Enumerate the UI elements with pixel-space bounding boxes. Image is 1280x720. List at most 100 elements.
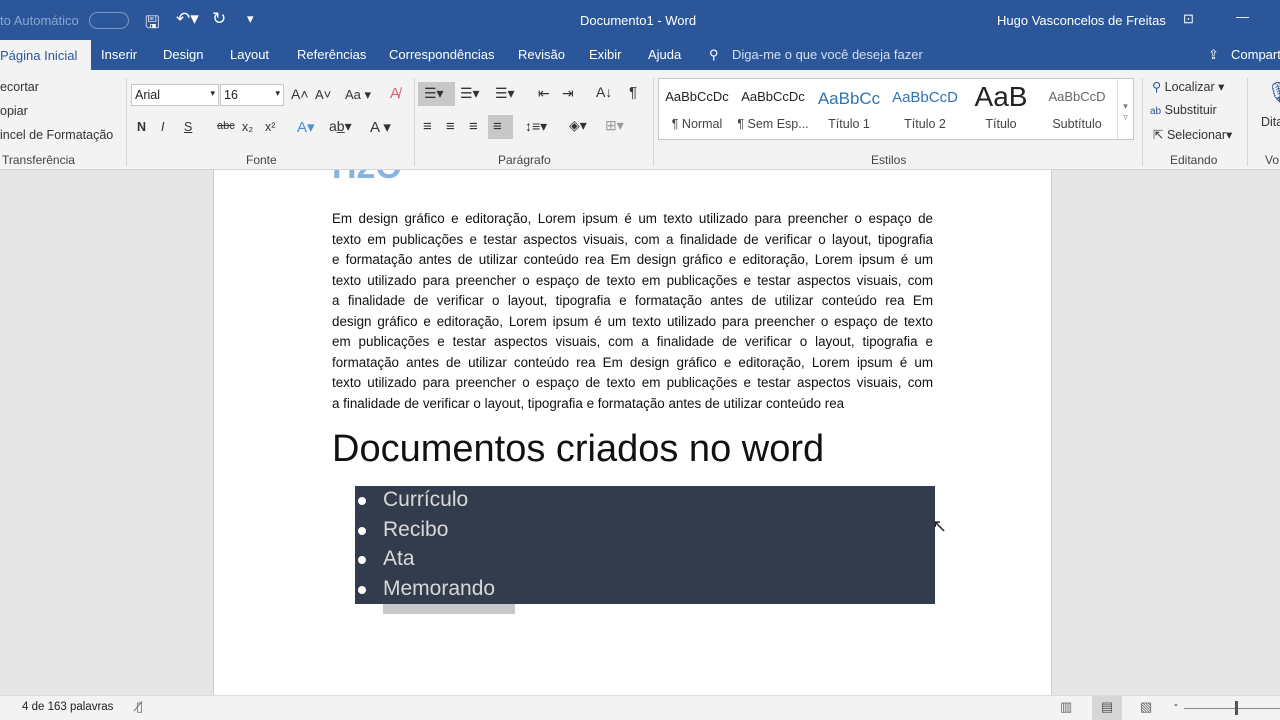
- list-item[interactable]: Ata: [383, 547, 415, 571]
- copy-button[interactable]: opiar: [0, 104, 28, 118]
- replace-icon: ab: [1150, 106, 1162, 117]
- ribbon: ecortar opiar incel de Formatação Transf…: [0, 70, 1280, 170]
- italic-button[interactable]: I: [161, 120, 164, 134]
- paragraph-group-label: Parágrafo: [498, 153, 551, 167]
- document-heading[interactable]: Documentos criados no word: [332, 428, 824, 471]
- tab-layout[interactable]: Layout: [230, 47, 269, 62]
- multilevel-list-icon[interactable]: ☰▾: [495, 85, 515, 102]
- style-name: Subtítulo: [1052, 117, 1102, 131]
- tab-correspondencias[interactable]: Correspondências: [389, 47, 495, 62]
- tab-referencias[interactable]: Referências: [297, 47, 366, 62]
- clear-formatting-icon[interactable]: A̸: [390, 85, 400, 102]
- align-right-icon[interactable]: ≡: [469, 118, 478, 135]
- web-layout-icon[interactable]: ▧: [1140, 699, 1152, 715]
- superscript-icon[interactable]: x²: [265, 120, 275, 134]
- user-name[interactable]: Hugo Vasconcelos de Freitas: [997, 13, 1166, 28]
- style-titulo[interactable]: AaB Título: [963, 81, 1039, 131]
- style-subtitulo[interactable]: AaBbCcD Subtítulo: [1039, 89, 1115, 131]
- grow-font-icon[interactable]: A˄: [291, 86, 309, 102]
- tab-design[interactable]: Design: [163, 47, 203, 62]
- style-titulo-2[interactable]: AaBbCcD Título 2: [887, 89, 963, 131]
- tab-exibir[interactable]: Exibir: [589, 47, 622, 62]
- decrease-indent-icon[interactable]: ⇤: [538, 85, 550, 102]
- tab-ajuda[interactable]: Ajuda: [648, 47, 681, 62]
- font-color-icon[interactable]: A ▾: [370, 118, 391, 136]
- style-preview: AaBbCcD: [1048, 89, 1106, 104]
- font-name-select[interactable]: Arial ▾: [131, 84, 219, 106]
- change-case-label: Aa: [345, 87, 361, 102]
- selection-highlight: [383, 604, 515, 614]
- strikethrough-icon[interactable]: abc: [217, 120, 235, 132]
- select-label: Selecionar: [1166, 128, 1227, 142]
- style-preview: AaBbCcD: [892, 89, 958, 106]
- text-effects-icon[interactable]: A▾: [297, 118, 315, 136]
- mouse-cursor-icon: ↖: [932, 516, 948, 536]
- dictate-button[interactable]: Dita: [1261, 115, 1280, 129]
- style-name: ¶ Sem Esp...: [737, 117, 809, 131]
- show-marks-icon[interactable]: ¶: [629, 84, 637, 101]
- divider: [1247, 78, 1248, 166]
- bold-button[interactable]: N: [137, 120, 146, 134]
- line-spacing-icon[interactable]: ↕≡▾: [525, 118, 547, 135]
- bullet-icon: [358, 527, 366, 535]
- zoom-slider-handle[interactable]: [1235, 701, 1238, 715]
- style-titulo-1[interactable]: AaBbCc Título 1: [811, 89, 887, 131]
- zoom-slider[interactable]: [1184, 708, 1280, 709]
- undo-icon[interactable]: ↶▾: [176, 9, 199, 29]
- redo-icon[interactable]: ↻: [212, 9, 226, 29]
- editing-group-label: Editando: [1170, 153, 1218, 167]
- paragraph-line: design gráfico e editoração, Lorem ipsum…: [332, 313, 933, 329]
- shading-icon[interactable]: ◈▾: [569, 117, 587, 134]
- read-mode-icon[interactable]: ▥: [1060, 699, 1072, 715]
- font-name-value: Arial: [135, 88, 161, 102]
- cut-button[interactable]: ecortar: [0, 80, 39, 94]
- style-preview: AaBbCc: [817, 89, 881, 108]
- minimize-icon[interactable]: —: [1236, 9, 1249, 24]
- body-paragraph[interactable]: Em design gráfico e editoração, Lorem ip…: [332, 209, 933, 414]
- replace-label: Substituir: [1164, 103, 1217, 117]
- style-sem-espacamento[interactable]: AaBbCcDc ¶ Sem Esp...: [735, 89, 811, 131]
- font-size-select[interactable]: 16 ▾: [220, 84, 284, 106]
- justify-icon[interactable]: ≡: [488, 115, 513, 139]
- save-icon[interactable]: 🖫: [145, 10, 159, 39]
- replace-button[interactable]: ab Substituir: [1150, 103, 1217, 117]
- find-label: Localizar: [1164, 80, 1215, 94]
- autosave-label: to Automático: [0, 13, 79, 28]
- highlight-icon[interactable]: ab̲▾: [329, 118, 352, 135]
- select-button[interactable]: ⇱ Selecionar▾: [1153, 127, 1232, 142]
- list-item[interactable]: Recibo: [383, 518, 448, 542]
- list-item[interactable]: Memorando: [383, 577, 495, 601]
- style-preview: AaBbCcDc: [741, 89, 805, 104]
- find-button[interactable]: ⚲ Localizar ▾: [1152, 79, 1224, 94]
- list-item[interactable]: Currículo: [383, 488, 468, 512]
- style-name: Título 2: [904, 117, 946, 131]
- word-count[interactable]: 4 de 163 palavras: [22, 701, 113, 713]
- zoom-out-icon[interactable]: -: [1174, 699, 1178, 711]
- shrink-font-icon[interactable]: A˅: [315, 87, 331, 102]
- format-painter-button[interactable]: incel de Formatação: [0, 128, 113, 142]
- underline-button[interactable]: S: [184, 120, 192, 134]
- numbering-icon[interactable]: ☰▾: [460, 85, 480, 102]
- borders-icon[interactable]: ⊞▾: [605, 117, 624, 134]
- tab-inserir[interactable]: Inserir: [101, 47, 137, 62]
- increase-indent-icon[interactable]: ⇥: [562, 85, 574, 102]
- change-case-button[interactable]: Aa ▾: [345, 87, 371, 103]
- share-icon: ⇪: [1208, 47, 1219, 62]
- proofing-icon[interactable]: ▯̸: [136, 699, 143, 715]
- style-normal[interactable]: AaBbCcDc ¶ Normal: [659, 89, 735, 131]
- microphone-icon[interactable]: 🎙: [1266, 80, 1280, 105]
- align-center-icon[interactable]: ≡: [446, 118, 455, 135]
- sort-icon[interactable]: A↓: [596, 84, 612, 100]
- customize-toolbar-icon[interactable]: ▾: [247, 11, 254, 27]
- align-left-icon[interactable]: ≡: [423, 118, 432, 135]
- subscript-icon[interactable]: x₂: [242, 120, 253, 134]
- autosave-toggle[interactable]: [89, 12, 129, 29]
- styles-scroll-more[interactable]: ▾ ▿: [1117, 79, 1133, 139]
- tell-me-input[interactable]: Diga-me o que você deseja fazer: [732, 47, 923, 62]
- title-bar: to Automático 🖫 ↶▾ ↻ ▾ Documento1 - Word…: [0, 0, 1280, 40]
- ribbon-display-icon[interactable]: ⊡: [1183, 11, 1194, 27]
- tab-revisao[interactable]: Revisão: [518, 47, 565, 62]
- tab-pagina-inicial[interactable]: Página Inicial: [0, 40, 92, 70]
- print-layout-icon[interactable]: ▤: [1092, 696, 1122, 720]
- share-button[interactable]: Compart: [1231, 47, 1280, 62]
